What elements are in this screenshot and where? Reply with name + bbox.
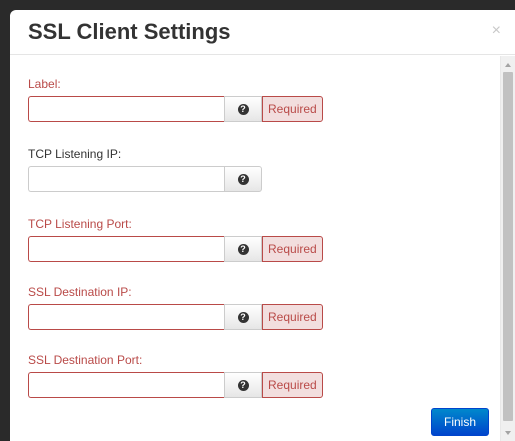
close-icon[interactable]: × [492, 23, 501, 39]
required-badge: Required [262, 372, 323, 398]
input-row: ? Required [28, 236, 323, 262]
field-label-caption: SSL Destination IP: [28, 285, 132, 299]
help-button[interactable]: ? [224, 166, 262, 192]
label-input[interactable] [28, 96, 224, 122]
field-label: Label: ? Required [28, 76, 323, 122]
help-button[interactable]: ? [224, 304, 262, 330]
required-badge: Required [262, 304, 323, 330]
modal-title: SSL Client Settings [28, 19, 231, 44]
modal-footer: Finish [10, 406, 500, 441]
scroll-thumb[interactable] [503, 72, 513, 421]
modal-header: SSL Client Settings × [10, 10, 515, 55]
field-label-caption: Label: [28, 77, 61, 91]
field-ssl-destination-port: SSL Destination Port: ? Required [28, 352, 323, 398]
tcp-listening-ip-input[interactable] [28, 166, 224, 192]
question-circle-icon: ? [237, 173, 249, 185]
finish-button[interactable]: Finish [431, 408, 489, 436]
question-circle-icon: ? [237, 103, 249, 115]
help-button[interactable]: ? [224, 372, 262, 398]
ssl-destination-ip-input[interactable] [28, 304, 224, 330]
question-circle-icon: ? [237, 243, 249, 255]
scroll-down-arrow-icon[interactable] [505, 431, 511, 435]
field-label-caption: TCP Listening Port: [28, 217, 132, 231]
field-label-caption: SSL Destination Port: [28, 353, 143, 367]
ssl-destination-port-input[interactable] [28, 372, 224, 398]
question-circle-icon: ? [237, 379, 249, 391]
help-button[interactable]: ? [224, 236, 262, 262]
input-row: ? Required [28, 304, 323, 330]
required-badge: Required [262, 96, 323, 122]
input-row: ? [28, 166, 262, 192]
scroll-up-arrow-icon[interactable] [505, 63, 511, 67]
field-ssl-destination-ip: SSL Destination IP: ? Required [28, 284, 323, 330]
ssl-client-settings-modal: SSL Client Settings × Label: ? Required … [10, 10, 515, 441]
tcp-listening-port-input[interactable] [28, 236, 224, 262]
input-row: ? Required [28, 96, 323, 122]
field-tcp-listening-ip: TCP Listening IP: ? [28, 146, 262, 192]
help-button[interactable]: ? [224, 96, 262, 122]
modal-body: Label: ? Required TCP Listening IP: ? TC… [10, 56, 500, 441]
input-row: ? Required [28, 372, 323, 398]
vertical-scrollbar[interactable] [500, 56, 515, 441]
question-circle-icon: ? [237, 311, 249, 323]
field-tcp-listening-port: TCP Listening Port: ? Required [28, 216, 323, 262]
required-badge: Required [262, 236, 323, 262]
field-label-caption: TCP Listening IP: [28, 147, 122, 161]
